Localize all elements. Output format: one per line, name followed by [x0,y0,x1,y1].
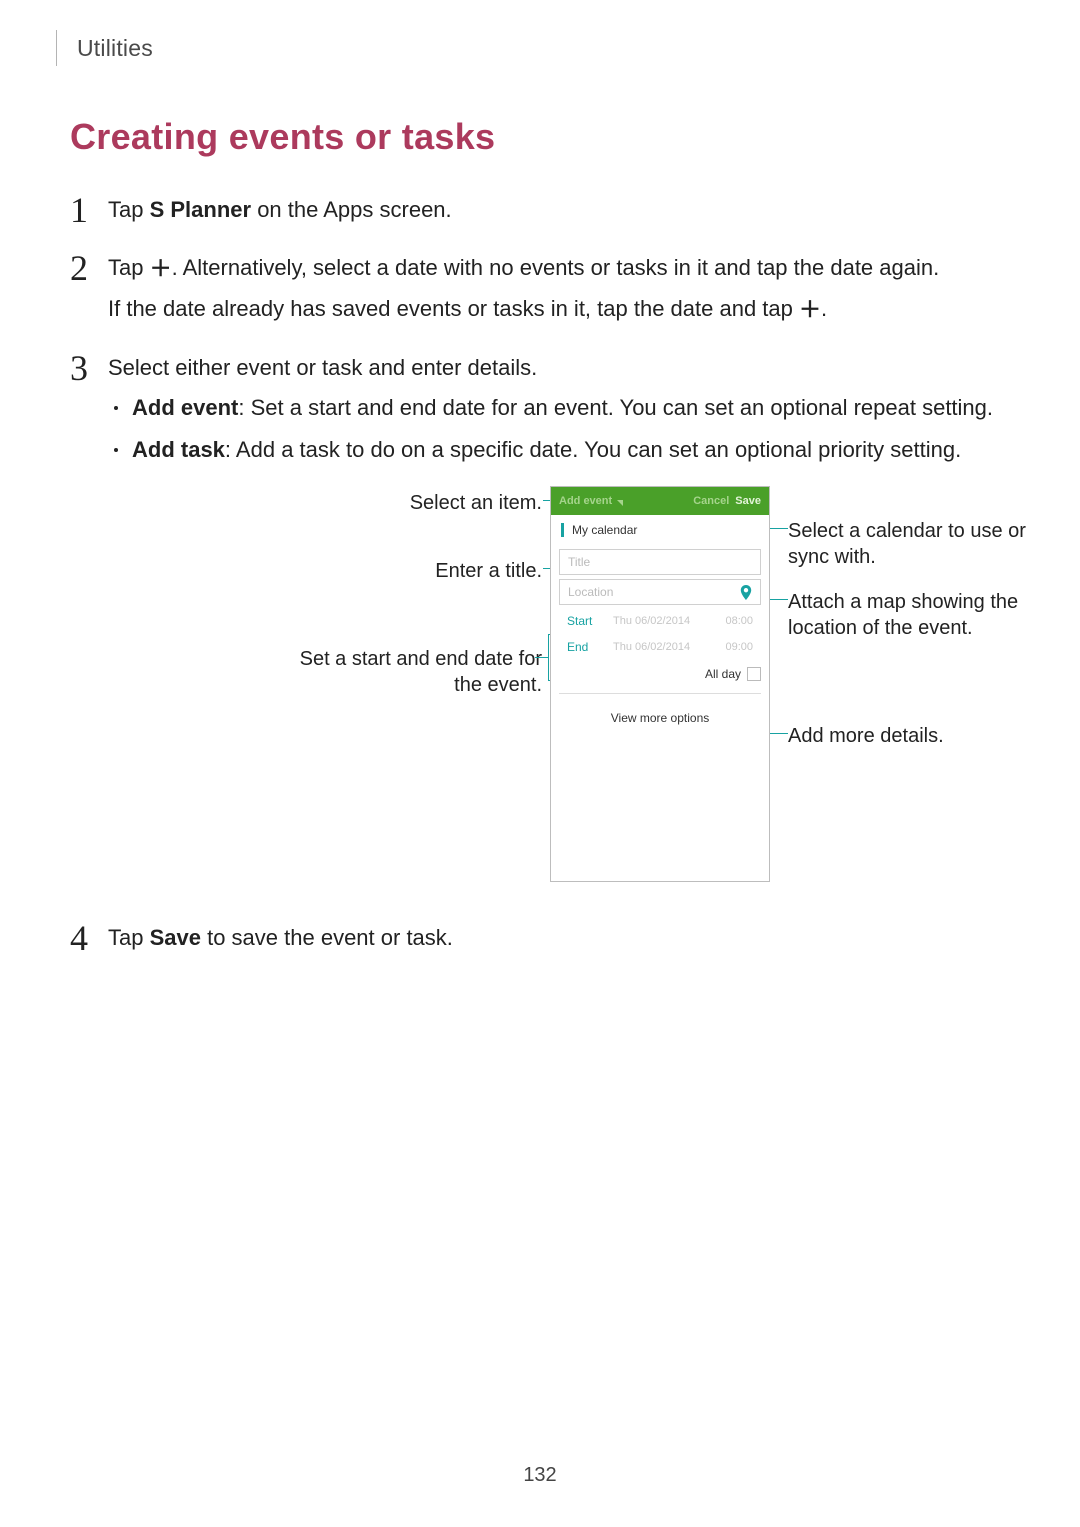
step-3: 3 Select either event or task and enter … [70,352,1010,896]
step-body: Tap Save to save the event or task. [108,922,1010,962]
view-more-button[interactable]: View more options [551,694,769,742]
text: Tap [108,197,150,222]
page: Utilities Creating events or tasks 1 Tap… [0,0,1080,1527]
bullet-item: Add event: Set a start and end date for … [108,392,1010,424]
cancel-button[interactable]: Cancel [693,485,729,517]
breadcrumb: Utilities [56,30,1010,66]
callout-add-more: Add more details. [788,723,944,749]
callout-set-dates: Set a start and end date for the event. [292,646,542,698]
step-number: 2 [70,252,100,284]
breadcrumb-text: Utilities [77,35,153,62]
step-4: 4 Tap Save to save the event or task. [70,922,1010,962]
step-number: 3 [70,352,100,384]
breadcrumb-divider [56,30,57,66]
step-body: Tap ＋. Alternatively, select a date with… [108,252,1010,334]
page-number: 132 [0,1464,1080,1487]
steps-list: 1 Tap S Planner on the Apps screen. 2 Ta… [70,194,1010,962]
map-pin-icon[interactable] [740,585,752,601]
all-day-checkbox[interactable] [747,667,761,681]
all-day-label: All day [705,658,741,690]
start-row[interactable]: Start Thu 06/02/2014 08:00 [559,609,761,633]
plus-icon: ＋ [150,253,172,285]
text-bold: S Planner [150,197,251,222]
title-input[interactable]: Title [559,549,761,575]
text: . [821,296,827,321]
text: on the Apps screen. [251,197,452,222]
callout-enter-title: Enter a title. [435,558,542,584]
bullet-dot-icon [114,406,118,410]
step-number: 4 [70,922,100,954]
text-bold: Save [150,925,201,950]
text-bold: Add task [132,437,225,462]
text: Select either event or task and enter de… [108,352,1010,384]
save-button[interactable]: Save [735,485,761,517]
text: If the date already has saved events or … [108,296,799,321]
step-1: 1 Tap S Planner on the Apps screen. [70,194,1010,234]
callout-leader [535,657,549,658]
text: : Add a task to do on a specific date. Y… [225,437,961,462]
end-label: End [567,631,611,663]
step-body: Tap S Planner on the Apps screen. [108,194,1010,234]
callout-select-calendar: Select a calendar to use or sync with. [788,518,1038,570]
calendar-selector[interactable]: My calendar [551,515,769,545]
plus-icon: ＋ [799,294,821,326]
figure: Select an item. Enter a title. Set a sta… [200,486,980,896]
header-dropdown[interactable]: Add event [559,485,612,517]
phone-header: Add event Cancel Save [551,487,769,515]
calendar-name: My calendar [572,514,637,546]
placeholder: Location [568,576,613,608]
text: . Alternatively, select a date with no e… [172,255,940,280]
end-row[interactable]: End Thu 06/02/2014 09:00 [559,635,761,659]
text: to save the event or task. [201,925,453,950]
placeholder: Title [568,546,590,578]
callout-attach-map: Attach a map showing the location of the… [788,589,1048,641]
text-bold: Add event [132,395,238,420]
step-2: 2 Tap ＋. Alternatively, select a date wi… [70,252,1010,334]
page-title: Creating events or tasks [70,116,1010,158]
step-number: 1 [70,194,100,226]
bullet-item: Add task: Add a task to do on a specific… [108,434,1010,466]
callout-select-item: Select an item. [410,490,542,516]
dropdown-triangle-icon [617,500,623,506]
step-body: Select either event or task and enter de… [108,352,1010,896]
bullet-list: Add event: Set a start and end date for … [108,392,1010,466]
text: : Set a start and end date for an event.… [238,395,993,420]
end-date: Thu 06/02/2014 [613,631,715,663]
text: Tap [108,255,150,280]
all-day-row[interactable]: All day [559,661,761,687]
location-input[interactable]: Location [559,579,761,605]
phone-mockup: Add event Cancel Save My calendar Title [550,486,770,882]
calendar-color-icon [561,523,564,537]
bullet-dot-icon [114,448,118,452]
text: Tap [108,925,150,950]
